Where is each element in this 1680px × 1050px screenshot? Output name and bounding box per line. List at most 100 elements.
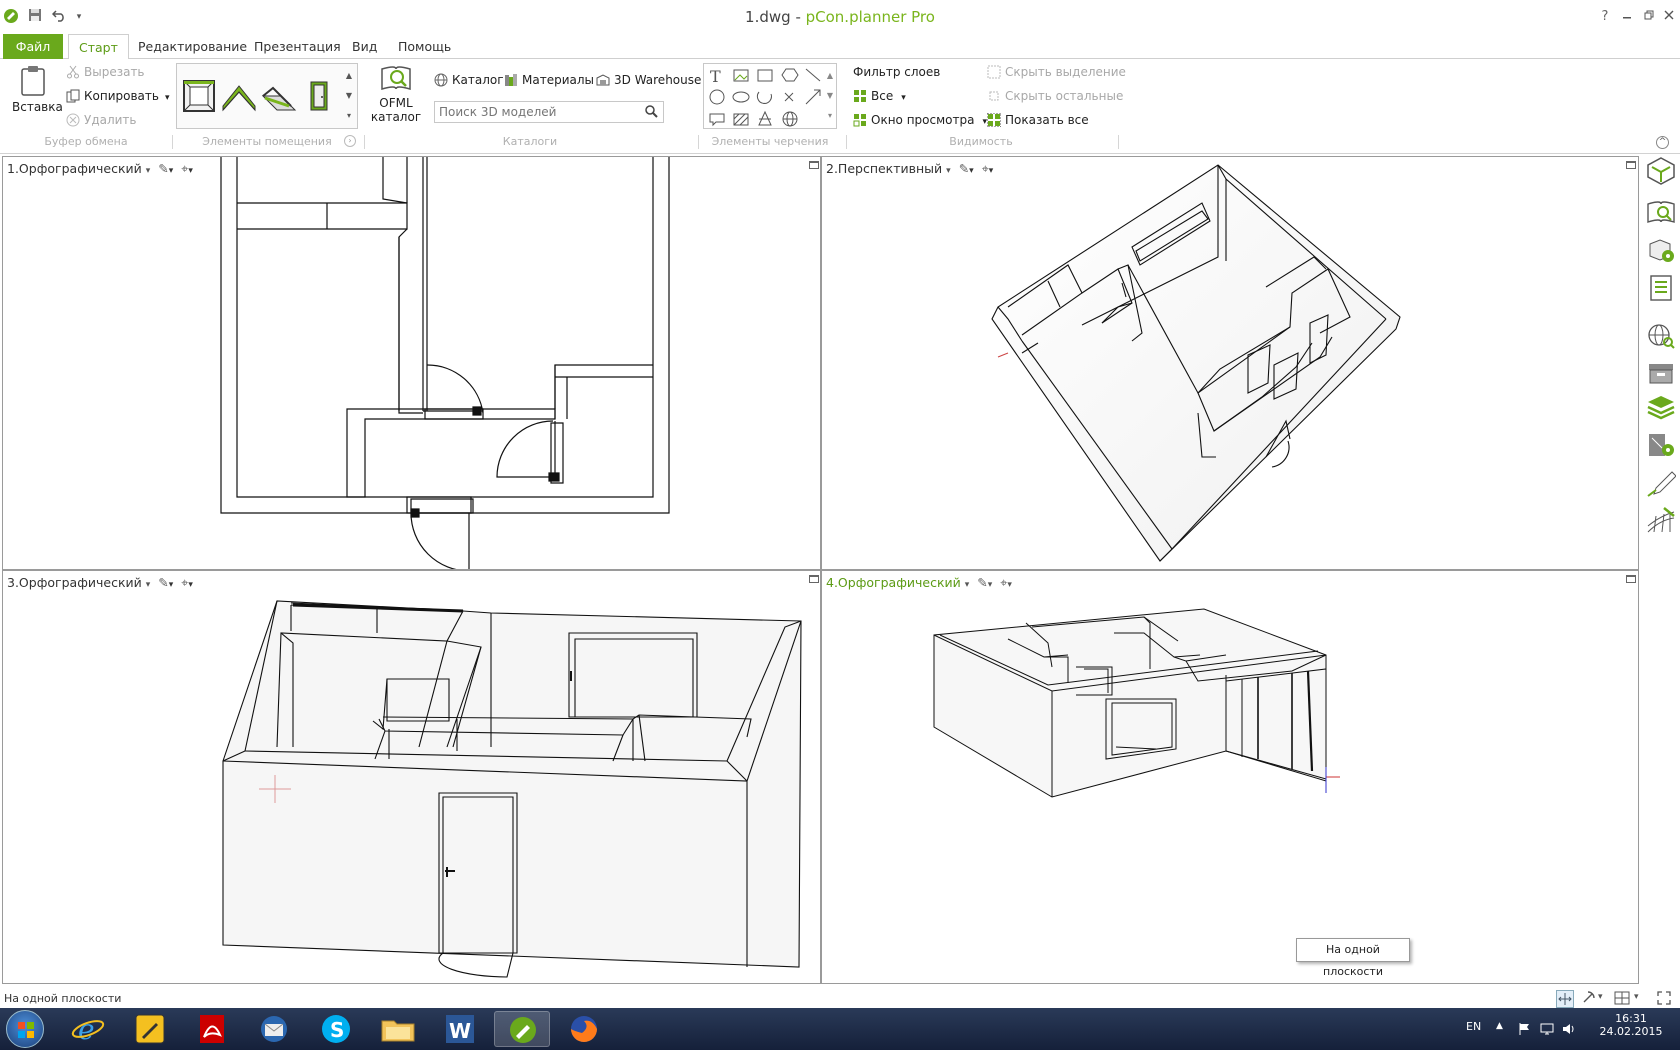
catalog-button[interactable]: Каталог	[434, 70, 504, 90]
snap-icon[interactable]	[1580, 990, 1598, 1008]
circle-tool-icon[interactable]	[709, 89, 725, 105]
measure-grid-icon[interactable]	[1646, 506, 1676, 534]
layout-grid-icon[interactable]	[1614, 990, 1632, 1008]
door-icon[interactable]	[301, 78, 337, 114]
show-all-button[interactable]: Показать все	[986, 110, 1089, 130]
navigator-icon[interactable]	[1646, 156, 1676, 185]
catalog-browser-icon[interactable]	[1646, 200, 1676, 228]
viewport-1-pencil-dropdown-icon[interactable]: ▾	[169, 166, 174, 176]
viewport-4-title[interactable]: 4.Орфографический ▾ ✎▾ ⌖▾	[826, 575, 1012, 591]
copy-dropdown-icon[interactable]: ▾	[165, 93, 170, 103]
tab-start[interactable]: Старт	[68, 34, 129, 60]
firefox-taskbar-icon[interactable]	[556, 1011, 612, 1047]
flag-tray-icon[interactable]	[1518, 1022, 1532, 1039]
viewport-2-pencil-dropdown-icon[interactable]: ▾	[969, 166, 974, 176]
show-hidden-icons-icon[interactable]: ▲	[1496, 1021, 1503, 1031]
drawing-expand-icon[interactable]: ▾	[824, 106, 836, 126]
polygon-tool-icon[interactable]	[781, 68, 799, 82]
viewport-4-target-dropdown-icon[interactable]: ▾	[1007, 580, 1012, 590]
viewport-1-mode-dropdown-icon[interactable]: ▾	[146, 166, 151, 176]
viewport-2-maximize-icon[interactable]	[1626, 161, 1636, 169]
viewport-3-mode-dropdown-icon[interactable]: ▾	[146, 580, 151, 590]
ie-taskbar-icon[interactable]: e	[60, 1011, 116, 1047]
cross-tool-icon[interactable]	[784, 92, 794, 102]
hatch-tool-icon[interactable]	[733, 113, 749, 126]
hide-selection-button[interactable]: Скрыть выделение	[987, 62, 1126, 82]
search-3d-input[interactable]	[434, 101, 664, 123]
cut-button[interactable]: Вырезать	[66, 62, 145, 82]
viewport-3-title[interactable]: 3.Орфографический ▾ ✎▾ ⌖▾	[7, 575, 193, 591]
start-button[interactable]	[6, 1010, 44, 1048]
image-tool-icon[interactable]	[733, 69, 749, 82]
paste-button[interactable]: Вставка	[12, 65, 63, 125]
restore-icon[interactable]	[1638, 6, 1660, 28]
material-settings-icon[interactable]	[1646, 432, 1676, 460]
viewport-4-mode-dropdown-icon[interactable]: ▾	[965, 580, 970, 590]
drawing-scroll-up-icon[interactable]: ▲	[824, 66, 836, 86]
tab-view[interactable]: Вид	[342, 34, 387, 59]
viewport-1[interactable]: 1.Орфографический ▾ ✎▾ ⌖▾	[2, 156, 821, 570]
search-icon[interactable]	[644, 104, 660, 120]
tab-file[interactable]: Файл	[3, 34, 63, 59]
ellipse-tool-icon[interactable]	[732, 91, 750, 103]
language-indicator[interactable]: EN	[1466, 1020, 1481, 1033]
coplanar-toggle-icon[interactable]	[1556, 990, 1574, 1008]
close-icon[interactable]	[1658, 6, 1680, 28]
viewport-2-pencil-icon[interactable]: ✎	[959, 161, 969, 176]
delete-button[interactable]: Удалить	[66, 110, 137, 130]
ofml-catalog-button[interactable]: OFML каталог	[370, 63, 422, 133]
tab-edit[interactable]: Редактирование	[128, 34, 257, 59]
viewport-2-mode-dropdown-icon[interactable]: ▾	[946, 166, 951, 176]
tab-presentation[interactable]: Презентация	[244, 34, 351, 59]
viewport-3-pencil-icon[interactable]: ✎	[158, 575, 168, 590]
clock[interactable]: 16:31 24.02.2015	[1596, 1012, 1666, 1038]
room-group-launcher-icon[interactable]: ›	[344, 135, 356, 147]
fullscreen-icon[interactable]	[1656, 990, 1674, 1008]
wall-icon[interactable]	[221, 78, 257, 114]
viewport-1-maximize-icon[interactable]	[809, 161, 819, 169]
archive-icon[interactable]	[1646, 358, 1676, 386]
viewport-4-maximize-icon[interactable]	[1626, 575, 1636, 583]
viewport-3[interactable]: 3.Орфографический ▾ ✎▾ ⌖▾	[2, 570, 821, 984]
arrow-tool-icon[interactable]	[805, 89, 821, 105]
viewport-4-pencil-dropdown-icon[interactable]: ▾	[988, 580, 993, 590]
gallery-scroll-down-icon[interactable]: ▼	[343, 86, 355, 106]
article-manager-icon[interactable]	[1646, 236, 1676, 264]
pcon-login-taskbar-icon[interactable]	[122, 1011, 178, 1047]
viewport-2-target-dropdown-icon[interactable]: ▾	[989, 166, 994, 176]
thunderbird-taskbar-icon[interactable]	[246, 1011, 302, 1047]
layer-all-dropdown[interactable]: Все ▾	[853, 86, 906, 106]
viewport-4[interactable]: 4.Орфографический ▾ ✎▾ ⌖▾	[821, 570, 1639, 984]
article-list-icon[interactable]	[1646, 274, 1676, 302]
volume-tray-icon[interactable]	[1562, 1022, 1576, 1039]
collapse-ribbon-icon[interactable]: ^	[1656, 136, 1669, 149]
hide-others-button[interactable]: Скрыть остальные	[987, 86, 1123, 106]
layout-dropdown-icon[interactable]: ▾	[1634, 992, 1639, 1002]
acrobat-taskbar-icon[interactable]	[184, 1011, 240, 1047]
materials-button[interactable]: Материалы	[504, 70, 594, 90]
viewport-1-target-dropdown-icon[interactable]: ▾	[188, 166, 193, 176]
tab-help[interactable]: Помощь	[388, 34, 461, 59]
viewport-4-pencil-icon[interactable]: ✎	[977, 575, 987, 590]
sphere-tool-icon[interactable]	[782, 111, 798, 127]
gallery-expand-icon[interactable]: ▾	[343, 106, 355, 126]
drawing-pen-icon[interactable]	[1646, 470, 1677, 498]
gallery-scroll-up-icon[interactable]: ▲	[343, 66, 355, 86]
arc-tool-icon[interactable]	[756, 91, 772, 104]
copy-button[interactable]: Копировать ▾	[66, 86, 169, 106]
skype-taskbar-icon[interactable]: S	[308, 1011, 364, 1047]
word-taskbar-icon[interactable]: W	[432, 1011, 488, 1047]
viewport-3-target-dropdown-icon[interactable]: ▾	[188, 580, 193, 590]
global-search-icon[interactable]	[1646, 322, 1676, 350]
viewport-1-title[interactable]: 1.Орфографический ▾ ✎▾ ⌖▾	[7, 161, 193, 177]
roof-icon[interactable]	[261, 78, 297, 114]
minimize-icon[interactable]	[1616, 6, 1638, 28]
comment-tool-icon[interactable]	[709, 113, 725, 127]
viewport-2[interactable]: 2.Перспективный ▾ ✎▾ ⌖▾	[821, 156, 1639, 570]
drawing-scroll-down-icon[interactable]: ▼	[824, 86, 836, 106]
snap-dropdown-icon[interactable]: ▾	[1598, 992, 1603, 1002]
viewport-2-title[interactable]: 2.Перспективный ▾ ✎▾ ⌖▾	[826, 161, 993, 177]
viewport-2-target-icon[interactable]: ⌖	[982, 161, 989, 176]
explorer-taskbar-icon[interactable]	[370, 1011, 426, 1047]
line-tool-icon[interactable]	[805, 68, 821, 82]
